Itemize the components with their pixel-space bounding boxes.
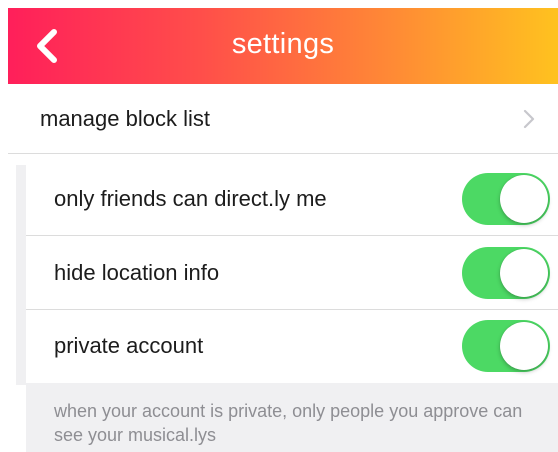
settings-screen: settings manage block list only friends … [0, 0, 558, 452]
private-account-note: when your account is private, only peopl… [54, 401, 523, 445]
switch-knob [500, 174, 548, 223]
chevron-right-icon [522, 108, 536, 130]
friends-direct-switch[interactable] [462, 172, 550, 225]
toggle-label-hide-location: hide location info [54, 259, 220, 285]
section-edge [16, 165, 26, 385]
toggle-row-private-account: private account [26, 310, 558, 382]
toggle-label-private-account: private account [54, 333, 204, 358]
toggle-row-friends-direct: only friends can direct.ly me [26, 162, 558, 236]
switch-knob [500, 248, 548, 297]
toggle-label-friends-direct: only friends can direct.ly me [54, 185, 327, 211]
private-account-switch[interactable] [462, 320, 550, 372]
manage-block-list-row[interactable]: manage block list [8, 84, 558, 154]
switch-knob [500, 322, 548, 370]
header-bar: settings [8, 8, 558, 84]
manage-block-list-label: manage block list [40, 105, 210, 131]
page-title: settings [231, 28, 335, 60]
hide-location-switch[interactable] [462, 246, 550, 299]
footer-section: when your account is private, only peopl… [26, 383, 558, 452]
toggle-row-hide-location: hide location info [26, 236, 558, 310]
